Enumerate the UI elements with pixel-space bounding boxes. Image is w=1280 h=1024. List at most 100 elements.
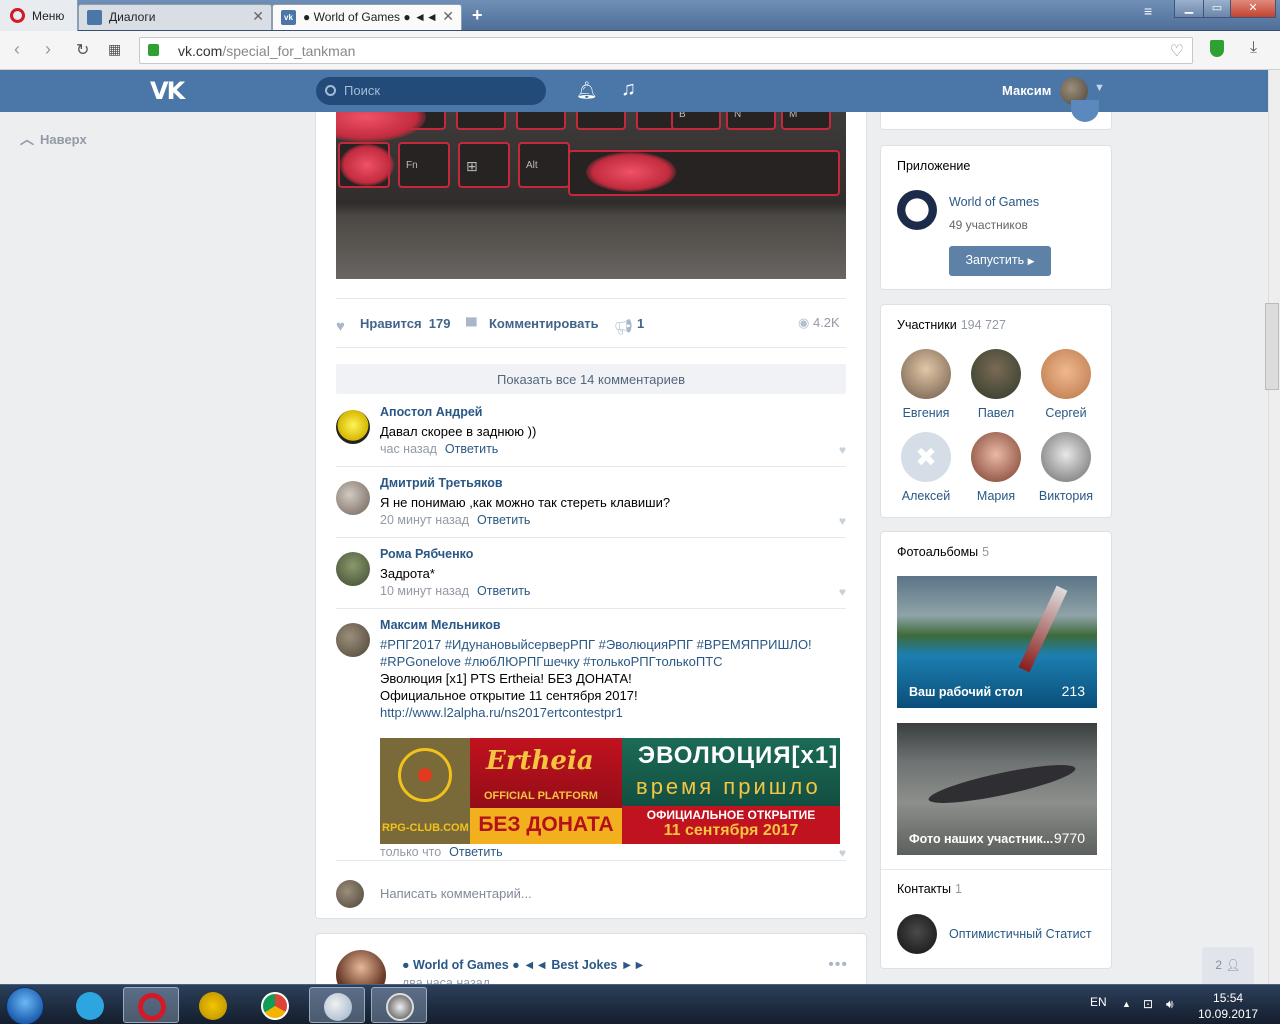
comment-like-icon[interactable]: ♥ (839, 585, 846, 599)
reply-button[interactable]: Ответить (477, 584, 530, 598)
member-item[interactable]: Мария (961, 432, 1031, 503)
download-icon[interactable]: ⤓ (1250, 39, 1257, 57)
contact-name[interactable]: Оптимистичный Статист (949, 927, 1092, 941)
views-counter: ◉ 4.2K (798, 315, 840, 331)
app-name[interactable]: World of Games (949, 195, 1039, 209)
write-comment-input[interactable]: Написать комментарий... (380, 886, 840, 901)
more-options-icon[interactable]: ••• (828, 956, 848, 974)
vk-logo[interactable]: VK (150, 77, 185, 105)
reply-button[interactable]: Ответить (445, 442, 498, 456)
comment-author[interactable]: Рома Рябченко (380, 547, 473, 561)
promo-banner[interactable]: RPG-CLUB.COM Ertheia OFFICIAL PLATFORM Б… (380, 738, 840, 844)
taskbar-opera[interactable] (123, 987, 179, 1023)
opera-menu-button[interactable]: Меню (0, 0, 78, 31)
music-icon[interactable]: ♫ (621, 78, 636, 101)
clock-time: 15:54 (1213, 991, 1244, 1005)
comment-author[interactable]: Апостол Андрей (380, 405, 482, 419)
chevron-up-icon: ︿ (20, 131, 34, 147)
keyboard-key: N (726, 112, 776, 130)
person-icon: 👤︎ (1225, 958, 1241, 972)
system-clock[interactable]: 15:54 10.09.2017 (1198, 990, 1258, 1022)
comment-avatar[interactable] (336, 552, 370, 586)
app-logo[interactable] (897, 190, 937, 230)
member-item[interactable]: Сергей (1031, 349, 1101, 420)
member-item[interactable]: Евгения (891, 349, 961, 420)
chevron-down-icon[interactable]: ▼ (1094, 82, 1105, 94)
vk-favicon-icon: vk (281, 10, 296, 25)
member-avatar (901, 349, 951, 399)
comment-time[interactable]: 20 минут назад (380, 513, 469, 527)
share-button[interactable]: 1 (637, 316, 644, 331)
comment-avatar[interactable] (336, 481, 370, 515)
back-to-top-link[interactable]: ︿ Наверх (20, 129, 87, 149)
comment-time[interactable]: только что (380, 845, 441, 859)
network-icon[interactable]: ⊡ (1143, 997, 1153, 1011)
volume-icon[interactable]: 🔊︎ (1166, 997, 1174, 1012)
tab-menu-icon[interactable]: ≡ (1144, 3, 1152, 19)
tab-dialogs[interactable]: Диалоги ✕ (78, 4, 272, 30)
comment-link[interactable]: http://www.l2alpha.ru/ns2017ertcontestpr… (380, 704, 623, 721)
comment-avatar[interactable] (336, 410, 370, 444)
friends-online-button[interactable]: 2 👤︎ (1202, 947, 1254, 985)
language-indicator[interactable]: EN (1090, 995, 1107, 1009)
like-heart-icon: ♥ (336, 318, 345, 335)
scrollbar-thumb[interactable] (1265, 303, 1279, 390)
bookmark-heart-icon[interactable]: ♡ (1170, 41, 1184, 61)
comment-author[interactable]: Максим Мельников (380, 618, 501, 632)
launch-app-button[interactable]: Запустить ▶ (949, 246, 1051, 276)
back-icon[interactable]: ‹ (14, 39, 20, 60)
comment-hashtags[interactable]: #РПГ2017 #ИдунановыйсерверРПГ #ЭволюцияР… (380, 636, 812, 653)
contacts-title[interactable]: Контакты 1 (897, 882, 962, 896)
albums-title[interactable]: Фотоальбомы 5 (897, 545, 989, 559)
taskbar-app[interactable] (185, 987, 241, 1023)
taskbar-chrome[interactable] (247, 987, 303, 1023)
comment-button[interactable]: Комментировать (489, 316, 599, 331)
member-item[interactable]: ✖ Алексей (891, 432, 961, 503)
tray-expand-icon[interactable]: ▲ (1122, 999, 1131, 1009)
minimize-icon[interactable]: ▁ (1174, 0, 1204, 18)
launch-label: Запустить (965, 253, 1025, 267)
taskbar-telegram[interactable] (62, 987, 118, 1023)
taskbar-paint[interactable] (309, 987, 365, 1023)
member-item[interactable]: Павел (961, 349, 1031, 420)
comment-time[interactable]: час назад (380, 442, 437, 456)
comment-like-icon[interactable]: ♥ (839, 443, 846, 457)
comment-avatar[interactable] (336, 623, 370, 657)
start-button[interactable] (6, 987, 44, 1024)
like-button[interactable]: Нравится 179 (360, 316, 451, 331)
url-field[interactable]: vk.com/special_for_tankman ♡ (139, 37, 1193, 64)
maximize-icon[interactable]: ▭ (1203, 0, 1231, 18)
post-author[interactable]: ● World of Games ● ◄◄ Best Jokes ►► (402, 958, 646, 972)
tab-world-of-games[interactable]: vk ● World of Games ● ◄◄ ✕ (272, 4, 462, 30)
comment-like-icon[interactable]: ♥ (839, 514, 846, 528)
post-photo[interactable]: Shift B N M Fn ⊞ Alt (336, 112, 846, 279)
albums-title-label: Фотоальбомы (897, 545, 979, 559)
album-item[interactable]: Фото наших участник... 9770 (897, 723, 1097, 855)
show-all-comments-button[interactable]: Показать все 14 комментариев (336, 364, 846, 394)
adblock-shield-icon[interactable] (1210, 40, 1224, 57)
forward-icon[interactable]: › (45, 39, 51, 60)
close-tab-icon[interactable]: ✕ (442, 8, 454, 25)
taskbar-game[interactable] (371, 987, 427, 1023)
close-tab-icon[interactable]: ✕ (252, 8, 264, 25)
speed-dial-icon[interactable]: ▦ (108, 41, 121, 58)
search-input[interactable]: Поиск (316, 77, 546, 105)
notifications-bell-icon[interactable]: 🔔︎ (576, 81, 598, 101)
comment-like-icon[interactable]: ♥ (839, 846, 846, 860)
members-title[interactable]: Участники 194 727 (897, 318, 1006, 332)
reload-icon[interactable]: ↻ (76, 40, 89, 60)
comment-time[interactable]: 10 минут назад (380, 584, 469, 598)
reply-button[interactable]: Ответить (477, 513, 530, 527)
reply-button[interactable]: Ответить (449, 845, 502, 859)
window-close-icon[interactable]: ✕ (1230, 0, 1276, 18)
new-tab-icon[interactable]: + (472, 5, 483, 26)
page-scrollbar[interactable] (1268, 70, 1280, 984)
member-item[interactable]: Виктория (1031, 432, 1101, 503)
comment-hashtags[interactable]: #RPGonelove #любЛЮРПГшечку #толькоРПГтол… (380, 653, 723, 670)
comment-text: Задрота* (380, 566, 435, 581)
album-item[interactable]: Ваш рабочий стол 213 (897, 576, 1097, 708)
contact-avatar[interactable] (897, 914, 937, 954)
members-count: 194 727 (960, 318, 1006, 332)
user-name[interactable]: Максим (1002, 83, 1051, 98)
comment-author[interactable]: Дмитрий Третьяков (380, 476, 503, 490)
